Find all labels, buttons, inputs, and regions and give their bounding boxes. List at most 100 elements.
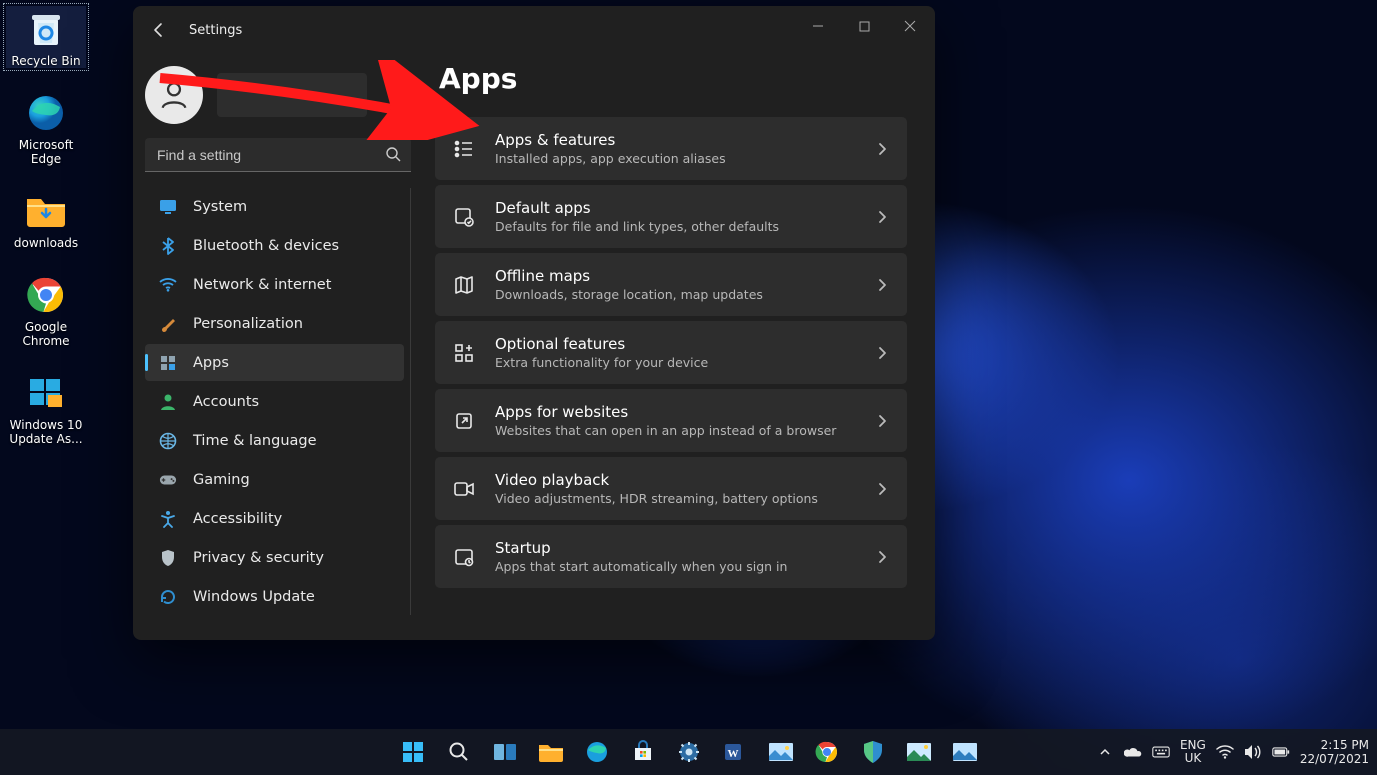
desktop-icon-downloads[interactable]: downloads xyxy=(6,188,86,250)
settings-card-apps-for-websites[interactable]: Apps for websites Websites that can open … xyxy=(435,389,907,452)
chrome-icon xyxy=(815,740,839,764)
sidebar-item-network-internet[interactable]: Network & internet xyxy=(145,266,404,303)
monitor-icon xyxy=(159,198,177,216)
chevron-right-icon xyxy=(875,482,889,496)
card-subtitle: Extra functionality for your device xyxy=(495,355,855,370)
desktop-icons: Recycle Bin Microsoft Edge downloads Goo… xyxy=(6,6,86,446)
settings-card-default-apps[interactable]: Default appsDefaults for file and link t… xyxy=(435,185,907,248)
sidebar-item-personalization[interactable]: Personalization xyxy=(145,305,404,342)
maximize-button[interactable] xyxy=(841,10,887,42)
language-indicator[interactable]: ENG UK xyxy=(1180,739,1206,765)
start-button[interactable] xyxy=(393,732,433,772)
taskbar-chrome[interactable] xyxy=(807,732,847,772)
sidebar-item-label: Time & language xyxy=(193,433,317,449)
open-external-icon xyxy=(453,410,475,432)
settings-card-optional-features[interactable]: Optional featuresExtra functionality for… xyxy=(435,321,907,384)
sidebar-item-windows-update[interactable]: Windows Update xyxy=(145,578,404,615)
language-line2: UK xyxy=(1180,752,1206,765)
maximize-icon xyxy=(859,21,870,32)
folder-icon xyxy=(538,741,564,763)
sidebar-item-time-language[interactable]: Time & language xyxy=(145,422,404,459)
desktop-icon-label: Google Chrome xyxy=(6,320,86,348)
recycle-bin-icon xyxy=(23,6,69,52)
chevron-right-icon xyxy=(875,550,889,564)
settings-card-apps-features[interactable]: Apps & featuresInstalled apps, app execu… xyxy=(435,117,907,180)
default-apps-icon xyxy=(453,206,475,228)
nav-list: System Bluetooth & devicesNetwork & inter… xyxy=(145,188,411,615)
taskbar-snip[interactable] xyxy=(899,732,939,772)
startup-icon xyxy=(453,546,475,568)
shield-icon xyxy=(862,740,884,764)
titlebar xyxy=(133,6,935,46)
sidebar-item-label: Apps xyxy=(193,355,229,371)
task-view-icon xyxy=(493,741,517,763)
card-subtitle: Video adjustments, HDR streaming, batter… xyxy=(495,491,855,506)
back-button[interactable] xyxy=(147,18,171,42)
chevron-right-icon xyxy=(875,346,889,360)
folder-icon xyxy=(23,188,69,234)
window-title: Settings xyxy=(189,23,242,38)
desktop-icon-windows-update[interactable]: Windows 10 Update As... xyxy=(6,370,86,446)
search-icon xyxy=(448,741,470,763)
store-icon xyxy=(631,740,655,764)
arrow-left-icon xyxy=(151,22,167,38)
desktop-icon-chrome[interactable]: Google Chrome xyxy=(6,272,86,348)
volume-icon[interactable] xyxy=(1244,743,1262,761)
apps-icon xyxy=(159,354,177,372)
grid-plus-icon xyxy=(453,342,475,364)
windows-logo-icon xyxy=(401,740,425,764)
sidebar-item-label: Accessibility xyxy=(193,511,282,527)
clock-time: 2:15 PM xyxy=(1300,738,1369,752)
close-button[interactable] xyxy=(887,10,933,42)
task-view-button[interactable] xyxy=(485,732,525,772)
chrome-icon xyxy=(23,272,69,318)
taskbar-photos[interactable] xyxy=(761,732,801,772)
chevron-right-icon xyxy=(875,550,889,564)
search-input[interactable] xyxy=(145,138,411,172)
taskbar: W ENG UK 2:15 PM 22/07/2021 xyxy=(0,729,1377,775)
chevron-right-icon xyxy=(875,482,889,496)
sidebar-item-apps[interactable]: Apps xyxy=(145,344,404,381)
wifi-icon[interactable] xyxy=(1216,743,1234,761)
sidebar-item-privacy-security[interactable]: Privacy & security xyxy=(145,539,404,576)
taskbar-search[interactable] xyxy=(439,732,479,772)
onedrive-icon[interactable] xyxy=(1124,743,1142,761)
taskbar-store[interactable] xyxy=(623,732,663,772)
main-pane: Apps Apps & featuresInstalled apps, app … xyxy=(423,46,935,640)
card-title: Video playback xyxy=(495,471,855,489)
sidebar-item-bluetooth-devices[interactable]: Bluetooth & devices xyxy=(145,227,404,264)
taskbar-security[interactable] xyxy=(853,732,893,772)
settings-card-offline-maps[interactable]: Offline mapsDownloads, storage location,… xyxy=(435,253,907,316)
desktop-icon-edge[interactable]: Microsoft Edge xyxy=(6,90,86,166)
chevron-right-icon xyxy=(875,278,889,292)
settings-card-startup[interactable]: StartupApps that start automatically whe… xyxy=(435,525,907,588)
taskbar-word[interactable]: W xyxy=(715,732,755,772)
minimize-icon xyxy=(812,20,824,32)
settings-window: Settings SystemBluetooth & devicesNetwo xyxy=(133,6,935,640)
keyboard-icon[interactable] xyxy=(1152,743,1170,761)
windows-update-icon xyxy=(23,370,69,416)
profile-block[interactable] xyxy=(145,66,411,124)
minimize-button[interactable] xyxy=(795,10,841,42)
update-icon xyxy=(159,588,177,606)
sidebar-item-accounts[interactable]: Accounts xyxy=(145,383,404,420)
battery-icon[interactable] xyxy=(1272,743,1290,761)
card-subtitle: Websites that can open in an app instead… xyxy=(495,423,855,438)
sidebar-item-accessibility[interactable]: Accessibility xyxy=(145,500,404,537)
word-icon: W xyxy=(723,740,747,764)
taskbar-gallery[interactable] xyxy=(945,732,985,772)
taskbar-file-explorer[interactable] xyxy=(531,732,571,772)
bluetooth-icon xyxy=(159,237,177,255)
sidebar-item-system[interactable]: System xyxy=(145,188,404,225)
desktop-icon-recycle-bin[interactable]: Recycle Bin xyxy=(6,6,86,68)
clock[interactable]: 2:15 PM 22/07/2021 xyxy=(1300,738,1369,766)
taskbar-edge[interactable] xyxy=(577,732,617,772)
tray-chevron-up[interactable] xyxy=(1096,743,1114,761)
sidebar-item-gaming[interactable]: Gaming xyxy=(145,461,404,498)
card-title: Apps for websites xyxy=(495,403,855,421)
profile-name-redacted xyxy=(217,73,367,117)
settings-card-video-playback[interactable]: Video playback Video adjustments, HDR str… xyxy=(435,457,907,520)
taskbar-settings[interactable] xyxy=(669,732,709,772)
sidebar-item-label: System xyxy=(193,199,247,215)
chevron-right-icon xyxy=(875,142,889,156)
